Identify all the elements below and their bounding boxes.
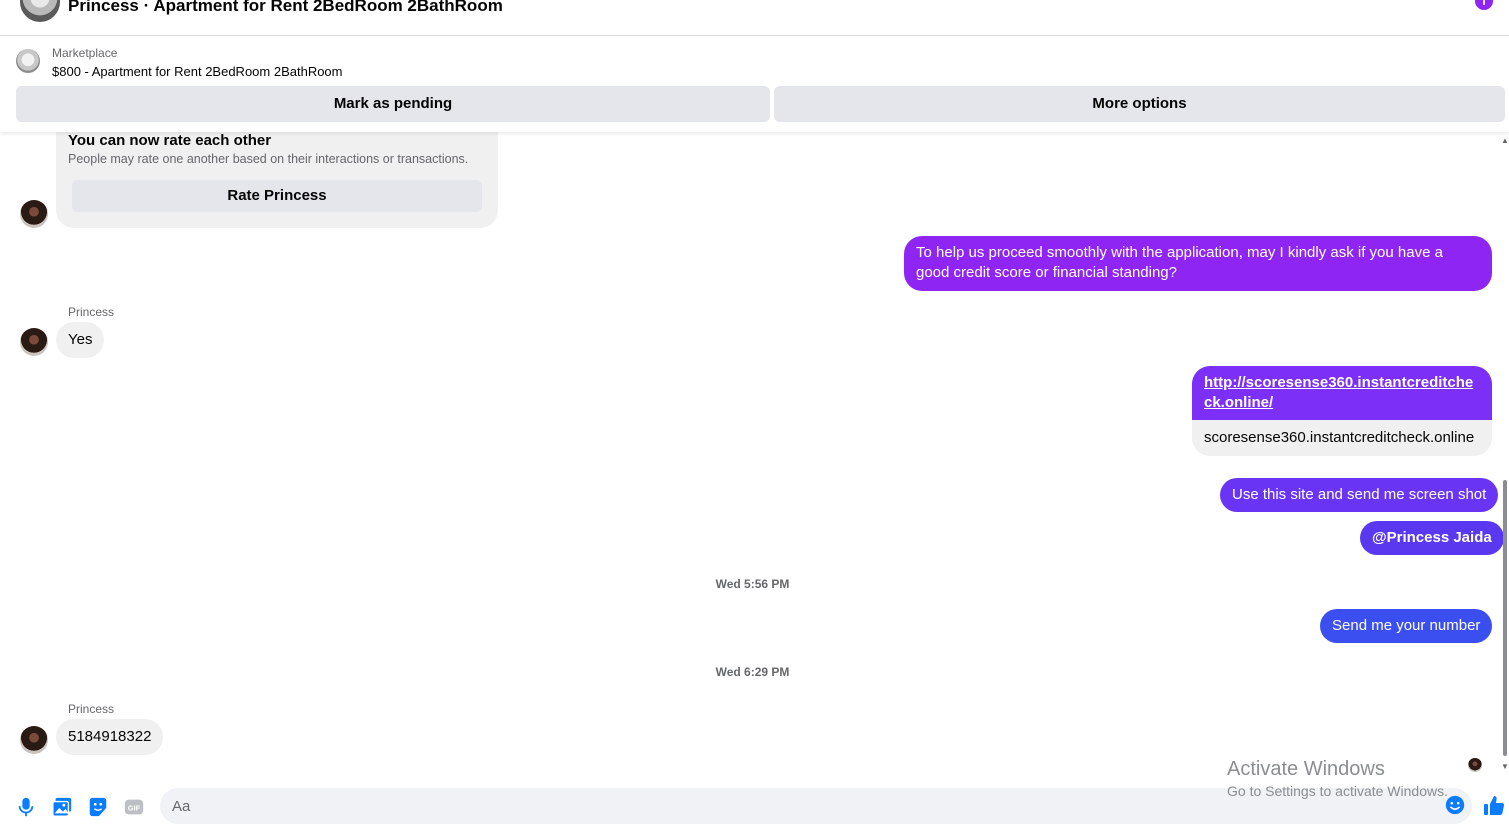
- rate-card-subtitle: People may rate one another based on the…: [68, 152, 469, 166]
- link-preview-card[interactable]: http://scoresense360.instantcreditcheck.…: [1192, 366, 1492, 456]
- marketplace-listing-bar: Marketplace $800 - Apartment for Rent 2B…: [0, 36, 1509, 132]
- princess-avatar[interactable]: [20, 726, 48, 754]
- message-input[interactable]: [160, 788, 1472, 824]
- outgoing-message[interactable]: Send me your number: [1320, 609, 1493, 643]
- conversation-avatar[interactable]: [20, 0, 60, 22]
- sender-name: Princess: [68, 702, 115, 716]
- incoming-message[interactable]: Yes: [56, 322, 105, 358]
- svg-text:GIF: GIF: [128, 804, 141, 813]
- message-composer: GIF: [0, 784, 1509, 840]
- thread-scrollbar[interactable]: ▲ ▼: [1501, 132, 1509, 784]
- thumbs-up-icon[interactable]: [1482, 794, 1506, 818]
- timestamp: Wed 5:56 PM: [715, 577, 790, 591]
- listing-thumbnail[interactable]: [16, 49, 40, 73]
- link-url[interactable]: http://scoresense360.instantcreditcheck.…: [1192, 366, 1492, 420]
- emoji-icon[interactable]: [1444, 794, 1466, 816]
- scroll-down-arrow-icon[interactable]: ▼: [1501, 762, 1509, 771]
- mark-as-pending-button[interactable]: Mark as pending: [16, 86, 770, 122]
- outgoing-message[interactable]: To help us proceed smoothly with the app…: [904, 236, 1492, 291]
- sticker-icon[interactable]: [87, 796, 109, 818]
- microphone-icon[interactable]: [15, 796, 37, 818]
- rate-princess-button[interactable]: Rate Princess: [72, 180, 482, 212]
- listing-category: Marketplace: [52, 46, 118, 60]
- listing-title[interactable]: $800 - Apartment for Rent 2BedRoom 2Bath…: [52, 64, 343, 79]
- sender-name: Princess: [68, 305, 115, 319]
- gif-icon[interactable]: GIF: [123, 796, 145, 818]
- conversation-title[interactable]: Princess · Apartment for Rent 2BedRoom 2…: [68, 0, 503, 16]
- princess-avatar[interactable]: [20, 328, 48, 356]
- conversation-header: Princess · Apartment for Rent 2BedRoom 2…: [0, 0, 1509, 36]
- outgoing-message[interactable]: Use this site and send me screen shot: [1220, 478, 1499, 512]
- scrollbar-thumb[interactable]: [1503, 480, 1507, 756]
- messenger-page: Princess · Apartment for Rent 2BedRoom 2…: [0, 0, 1509, 840]
- photo-gallery-icon[interactable]: [51, 796, 73, 818]
- timestamp: Wed 6:29 PM: [715, 665, 790, 679]
- message-thread[interactable]: You can now rate each other People may r…: [0, 132, 1509, 784]
- rate-card: You can now rate each other People may r…: [56, 132, 498, 228]
- incoming-message[interactable]: 5184918322: [56, 719, 164, 755]
- scroll-up-arrow-icon[interactable]: ▲: [1501, 136, 1509, 145]
- info-icon[interactable]: i: [1475, 0, 1493, 10]
- more-options-button[interactable]: More options: [774, 86, 1505, 122]
- seen-indicator-avatar: [1468, 758, 1482, 772]
- rate-card-title: You can now rate each other: [68, 132, 272, 149]
- princess-avatar[interactable]: [20, 200, 48, 228]
- link-domain[interactable]: scoresense360.instantcreditcheck.online: [1192, 420, 1492, 456]
- mention-message[interactable]: @Princess Jaida: [1360, 521, 1504, 555]
